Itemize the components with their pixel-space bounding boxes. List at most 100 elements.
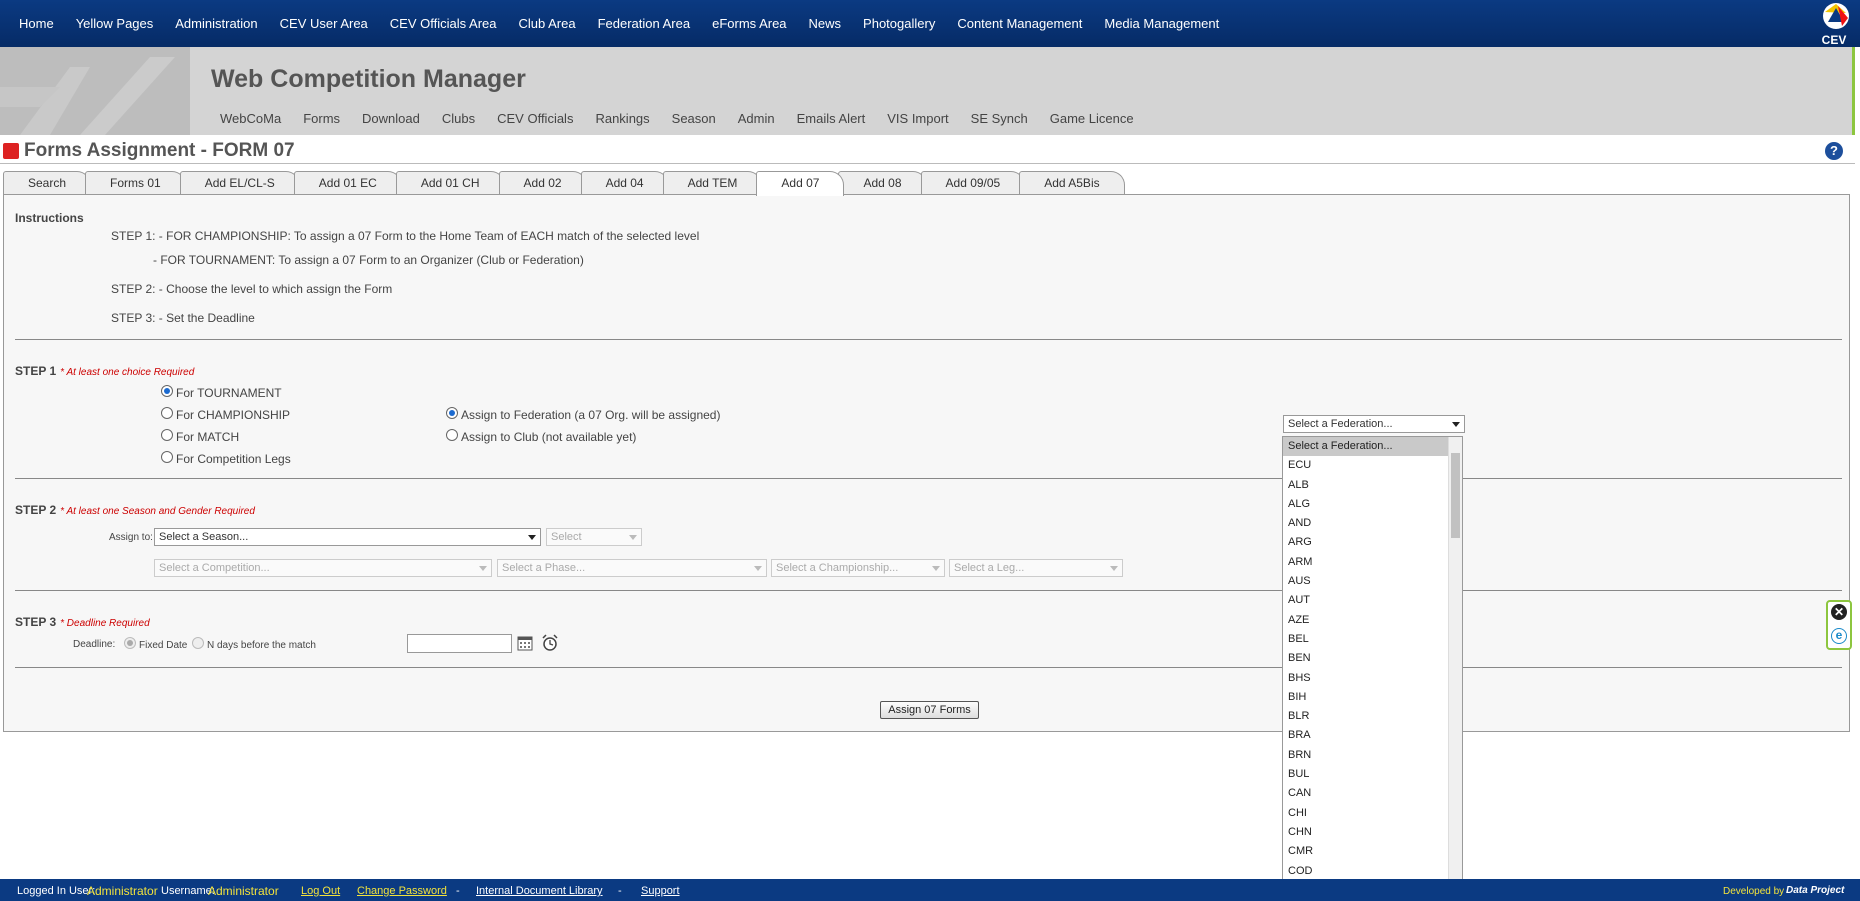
- radio-for-competition-legs-label: For Competition Legs: [176, 452, 291, 466]
- radio-for-competition-legs[interactable]: [161, 451, 173, 463]
- federation-option[interactable]: ARM: [1283, 553, 1462, 572]
- tab-add-tem[interactable]: Add TEM: [662, 171, 763, 195]
- subnav-item-admin[interactable]: Admin: [738, 111, 775, 126]
- phase-select[interactable]: Select a Phase...: [497, 559, 767, 577]
- federation-option[interactable]: COD: [1283, 862, 1462, 881]
- federation-option[interactable]: ALB: [1283, 476, 1462, 495]
- tab-search[interactable]: Search: [3, 171, 92, 195]
- nav-item-yellow-pages[interactable]: Yellow Pages: [65, 16, 165, 31]
- help-icon[interactable]: ?: [1825, 142, 1843, 160]
- change-password-link[interactable]: Change Password: [357, 885, 447, 897]
- radio-for-championship[interactable]: [161, 407, 173, 419]
- subnav-item-forms[interactable]: Forms: [303, 111, 340, 126]
- federation-option[interactable]: BHS: [1283, 669, 1462, 688]
- federation-option[interactable]: AZE: [1283, 611, 1462, 630]
- federation-option[interactable]: BRA: [1283, 726, 1462, 745]
- tab-add-el-cl-s[interactable]: Add EL/CL-S: [179, 171, 300, 195]
- nav-item-cev-user-area[interactable]: CEV User Area: [269, 16, 379, 31]
- federation-option[interactable]: BRN: [1283, 746, 1462, 765]
- nav-item-administration[interactable]: Administration: [164, 16, 268, 31]
- tab-add-01-ch[interactable]: Add 01 CH: [395, 171, 505, 195]
- federation-option[interactable]: ARG: [1283, 533, 1462, 552]
- radio-for-tournament[interactable]: [161, 385, 173, 397]
- federation-option[interactable]: ECU: [1283, 456, 1462, 475]
- competition-select-value: Select a Competition...: [159, 562, 270, 574]
- dropdown-scrollbar[interactable]: [1448, 437, 1462, 900]
- tab-add-07[interactable]: Add 07: [756, 171, 845, 196]
- federation-option[interactable]: CHN: [1283, 823, 1462, 842]
- developed-by-label: Developed by: [1723, 886, 1785, 897]
- federation-option[interactable]: CHI: [1283, 804, 1462, 823]
- federation-option[interactable]: BIH: [1283, 688, 1462, 707]
- scrollbar-thumb[interactable]: [1451, 453, 1460, 538]
- championship-select[interactable]: Select a Championship...: [771, 559, 945, 577]
- nav-item-news[interactable]: News: [798, 16, 853, 31]
- phase-select-value: Select a Phase...: [502, 562, 586, 574]
- nav-item-federation-area[interactable]: Federation Area: [587, 16, 702, 31]
- radio-for-match[interactable]: [161, 429, 173, 441]
- close-icon[interactable]: ✕: [1831, 604, 1847, 620]
- subnav-item-clubs[interactable]: Clubs: [442, 111, 475, 126]
- radio-fixed-date[interactable]: [124, 637, 136, 649]
- federation-select[interactable]: Select a Federation...: [1283, 415, 1465, 433]
- tab-add-a5bis[interactable]: Add A5Bis: [1019, 171, 1125, 195]
- tab-add-09-05[interactable]: Add 09/05: [920, 171, 1026, 195]
- tab-add-08[interactable]: Add 08: [838, 171, 927, 195]
- subnav-item-se-synch[interactable]: SE Synch: [971, 111, 1028, 126]
- subnav-item-game-licence[interactable]: Game Licence: [1050, 111, 1134, 126]
- subnav-item-download[interactable]: Download: [362, 111, 420, 126]
- alarm-clock-icon[interactable]: [541, 634, 559, 652]
- subnav-item-rankings[interactable]: Rankings: [595, 111, 649, 126]
- gender-select[interactable]: Select: [546, 528, 642, 546]
- radio-assign-club-label: Assign to Club (not available yet): [461, 430, 637, 444]
- nav-item-media-management[interactable]: Media Management: [1093, 16, 1230, 31]
- nav-item-home[interactable]: Home: [8, 16, 65, 31]
- federation-option[interactable]: AUS: [1283, 572, 1462, 591]
- nav-item-cev-officials-area[interactable]: CEV Officials Area: [379, 16, 508, 31]
- divider: [15, 667, 1842, 668]
- federation-option[interactable]: BEL: [1283, 630, 1462, 649]
- federation-option[interactable]: CAN: [1283, 784, 1462, 803]
- radio-assign-club[interactable]: [446, 429, 458, 441]
- nav-item-photogallery[interactable]: Photogallery: [852, 16, 946, 31]
- federation-option[interactable]: BLR: [1283, 707, 1462, 726]
- nav-item-club-area[interactable]: Club Area: [508, 16, 587, 31]
- leg-select[interactable]: Select a Leg...: [949, 559, 1123, 577]
- nav-item-eforms-area[interactable]: eForms Area: [701, 16, 797, 31]
- federation-option[interactable]: Select a Federation...: [1283, 437, 1462, 457]
- logout-link[interactable]: Log Out: [301, 885, 340, 897]
- federation-option[interactable]: BEN: [1283, 649, 1462, 668]
- federation-option[interactable]: AUT: [1283, 591, 1462, 610]
- cev-logo-text: CEV: [1822, 33, 1847, 47]
- federation-option[interactable]: ALG: [1283, 495, 1462, 514]
- assign-07-forms-button[interactable]: Assign 07 Forms: [880, 701, 979, 719]
- competition-select[interactable]: Select a Competition...: [154, 559, 492, 577]
- document-library-link[interactable]: Internal Document Library: [476, 885, 603, 897]
- deadline-date-input[interactable]: [407, 634, 512, 653]
- radio-for-championship-label: For CHAMPIONSHIP: [176, 408, 291, 422]
- subnav-item-season[interactable]: Season: [672, 111, 716, 126]
- nav-item-content-management[interactable]: Content Management: [946, 16, 1093, 31]
- cev-logo[interactable]: CEV: [1812, 0, 1856, 47]
- federation-option[interactable]: AND: [1283, 514, 1462, 533]
- tab-forms-01[interactable]: Forms 01: [85, 171, 186, 195]
- brand-graphic: [0, 47, 190, 135]
- federation-options: Select a Federation... ECU ALB ALG AND ARG ARM…: [1283, 437, 1462, 900]
- subnav-item-webcoma[interactable]: WebCoMa: [220, 111, 281, 126]
- radio-assign-federation[interactable]: [446, 407, 458, 419]
- tab-add-02[interactable]: Add 02: [498, 171, 587, 195]
- calendar-icon[interactable]: [517, 635, 533, 651]
- subnav-item-emails-alert[interactable]: Emails Alert: [797, 111, 866, 126]
- divider: [15, 590, 1842, 591]
- edge-icon[interactable]: e: [1831, 628, 1847, 644]
- subnav-item-vis-import[interactable]: VIS Import: [887, 111, 948, 126]
- season-select[interactable]: Select a Season...: [154, 528, 541, 546]
- support-link[interactable]: Support: [641, 885, 680, 897]
- subnav-item-cev-officials[interactable]: CEV Officials: [497, 111, 573, 126]
- federation-option[interactable]: CMR: [1283, 842, 1462, 861]
- tab-add-04[interactable]: Add 04: [580, 171, 669, 195]
- federation-option[interactable]: BUL: [1283, 765, 1462, 784]
- username-value: Administrator: [208, 884, 279, 898]
- tab-add-01-ec[interactable]: Add 01 EC: [293, 171, 402, 195]
- radio-n-days[interactable]: [192, 637, 204, 649]
